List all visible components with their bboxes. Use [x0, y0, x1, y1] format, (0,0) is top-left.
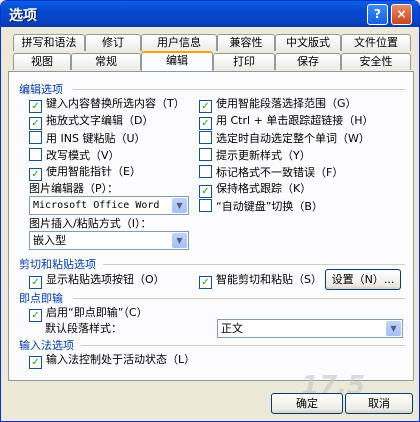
tab-general[interactable]: 常规	[71, 53, 141, 70]
picture-editor-select[interactable]: Microsoft Office Word ▼	[29, 196, 189, 215]
checkbox[interactable]	[199, 165, 212, 178]
checkbox[interactable]: ✓	[199, 185, 212, 198]
section-ime-options: 输入法选项	[19, 339, 74, 352]
section-divider	[103, 264, 405, 265]
option-select-entire-word[interactable]: 选定时自动选定整个单词（W）	[199, 131, 370, 145]
tab-save[interactable]: 保存	[275, 53, 341, 70]
chevron-down-icon[interactable]: ▼	[172, 198, 187, 213]
settings-button[interactable]: 设置（N）...	[325, 269, 401, 290]
chevron-down-icon[interactable]: ▼	[386, 321, 401, 336]
checkbox[interactable]	[29, 148, 42, 161]
tab-print[interactable]: 打印	[213, 53, 275, 70]
close-button[interactable]: ×	[391, 4, 412, 25]
tab-security[interactable]: 安全性	[341, 53, 411, 70]
option-typing-replaces-selection[interactable]: ✓ 键入内容替换所选内容（T）	[29, 97, 185, 113]
checkbox[interactable]: ✓	[29, 309, 42, 322]
option-ime-control-active[interactable]: ✓ 输入法控制处于活动状态（L）	[29, 353, 195, 369]
tab-track-changes[interactable]: 修订	[85, 34, 141, 51]
tab-edit[interactable]: 编辑	[141, 51, 213, 71]
dialog-title: 选项	[9, 8, 37, 24]
option-mark-format-inconsistencies[interactable]: 标记格式不一致错误（F）	[199, 165, 343, 179]
tab-spelling-grammar[interactable]: 拼写和语法	[13, 34, 85, 51]
section-cut-paste: 剪切和粘贴选项	[19, 258, 96, 271]
option-enable-click-and-type[interactable]: ✓ 启用“即点即输”（C）	[29, 306, 148, 322]
insert-paste-label: 图片插入/粘贴方式（I）：	[29, 217, 152, 230]
checkbox[interactable]: ✓	[199, 117, 212, 130]
section-edit-options: 编辑选项	[19, 83, 63, 96]
tab-user-info[interactable]: 用户信息	[141, 34, 217, 51]
picture-editor-label: 图片编辑器（P）：	[29, 182, 119, 195]
option-smart-paragraph-select[interactable]: ✓ 使用智能段落选择范围（G）	[199, 97, 357, 113]
checkbox[interactable]	[199, 199, 212, 212]
tab-file-locations[interactable]: 文件位置	[341, 34, 411, 51]
option-smart-cursor[interactable]: ✓ 使用智能指针（E）	[29, 165, 141, 181]
checkbox[interactable]: ✓	[199, 100, 212, 113]
tab-asian-typography[interactable]: 中文版式	[275, 34, 341, 51]
tab-view[interactable]: 视图	[13, 53, 71, 70]
checkbox[interactable]: ✓	[29, 168, 42, 181]
checkbox[interactable]: ✓	[29, 117, 42, 130]
options-dialog: 选项 ? × 拼写和语法 修订 用户信息 兼容性 中文版式 文件位置 视图 常规…	[0, 0, 420, 422]
option-ins-key-paste[interactable]: 用 INS 键粘贴（U）	[29, 131, 146, 145]
ok-button[interactable]: 确定	[271, 393, 343, 414]
cancel-button[interactable]: 取消	[345, 393, 413, 414]
checkbox[interactable]	[199, 148, 212, 161]
checkbox[interactable]: ✓	[29, 356, 42, 369]
title-bar[interactable]: 选项 ? ×	[1, 1, 419, 27]
option-keep-track-formatting[interactable]: ✓ 保持格式跟踪（K）	[199, 182, 311, 198]
help-button[interactable]: ?	[367, 4, 388, 25]
checkbox[interactable]	[29, 131, 42, 144]
option-smart-cut-paste[interactable]: ✓ 智能剪切和粘贴（S）	[199, 273, 322, 289]
checkbox[interactable]: ✓	[29, 276, 42, 289]
default-style-label: 默认段落样式：	[45, 322, 122, 335]
option-prompt-update-style[interactable]: 提示更新样式（Y）	[199, 148, 311, 162]
option-overtype-mode[interactable]: 改写模式（V）	[29, 148, 120, 162]
checkbox[interactable]: ✓	[29, 100, 42, 113]
insert-paste-select[interactable]: 嵌入型 ▼	[29, 231, 189, 250]
option-ctrl-click-hyperlink[interactable]: ✓ 用 Ctrl + 单击跟踪超链接（H）	[199, 114, 374, 130]
section-click-and-type: 即点即输	[19, 292, 63, 305]
checkbox[interactable]	[199, 131, 212, 144]
section-divider	[73, 89, 405, 90]
default-style-select[interactable]: 正文 ▼	[217, 319, 403, 338]
option-drag-and-drop-editing[interactable]: ✓ 拖放式文字编辑（D）	[29, 114, 153, 130]
checkbox[interactable]: ✓	[199, 276, 212, 289]
section-divider	[81, 345, 405, 346]
option-auto-keyboard-switch[interactable]: “自动键盘”切换（B）	[199, 199, 323, 213]
section-divider	[73, 298, 405, 299]
chevron-down-icon[interactable]: ▼	[172, 233, 187, 248]
option-show-paste-buttons[interactable]: ✓ 显示粘贴选项按钮（O）	[29, 273, 165, 289]
tab-compatibility[interactable]: 兼容性	[217, 34, 275, 51]
